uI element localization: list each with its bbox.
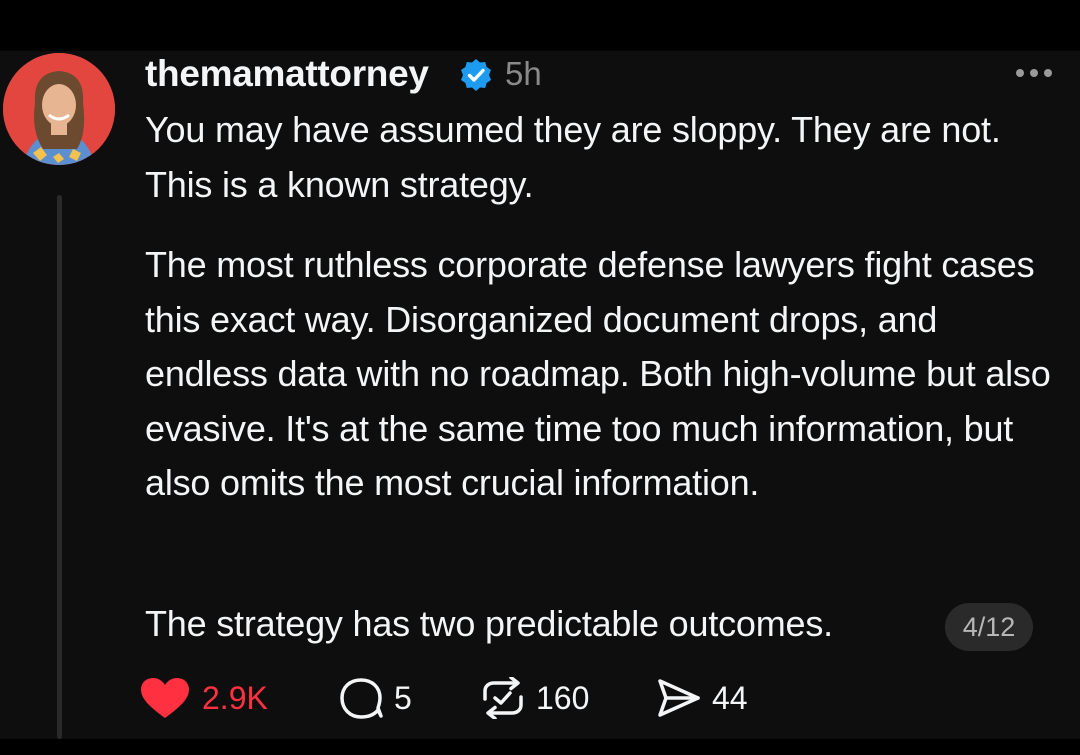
post-paragraph-2: The most ruthless corporate defense lawy… (145, 244, 1051, 503)
repost-icon (483, 677, 523, 719)
post-paragraph-1: You may have assumed they are sloppy. Th… (145, 109, 1001, 205)
verified-badge-icon (461, 59, 491, 91)
more-options-icon[interactable] (1010, 58, 1058, 88)
heart-icon (141, 678, 189, 718)
like-count: 2.9K (202, 680, 268, 716)
top-black-bar (0, 0, 1080, 51)
username[interactable]: themamattorney (145, 52, 429, 96)
thread-page-indicator: 4/12 (945, 603, 1033, 651)
post-actions-bar: 2.9K 5 160 44 (140, 672, 840, 722)
repost-count: 160 (536, 680, 590, 716)
avatar[interactable] (3, 53, 115, 165)
reply-icon (340, 678, 383, 719)
post-paragraph-3: The strategy has two predictable outcome… (145, 603, 833, 644)
share-icon (658, 679, 700, 717)
share-count: 44 (712, 680, 748, 716)
bottom-black-bar (0, 739, 1080, 755)
avatar-image (3, 53, 115, 165)
reply-count: 5 (394, 680, 412, 716)
post-timestamp: 5h (505, 55, 542, 92)
thread-connector-line (57, 195, 62, 739)
